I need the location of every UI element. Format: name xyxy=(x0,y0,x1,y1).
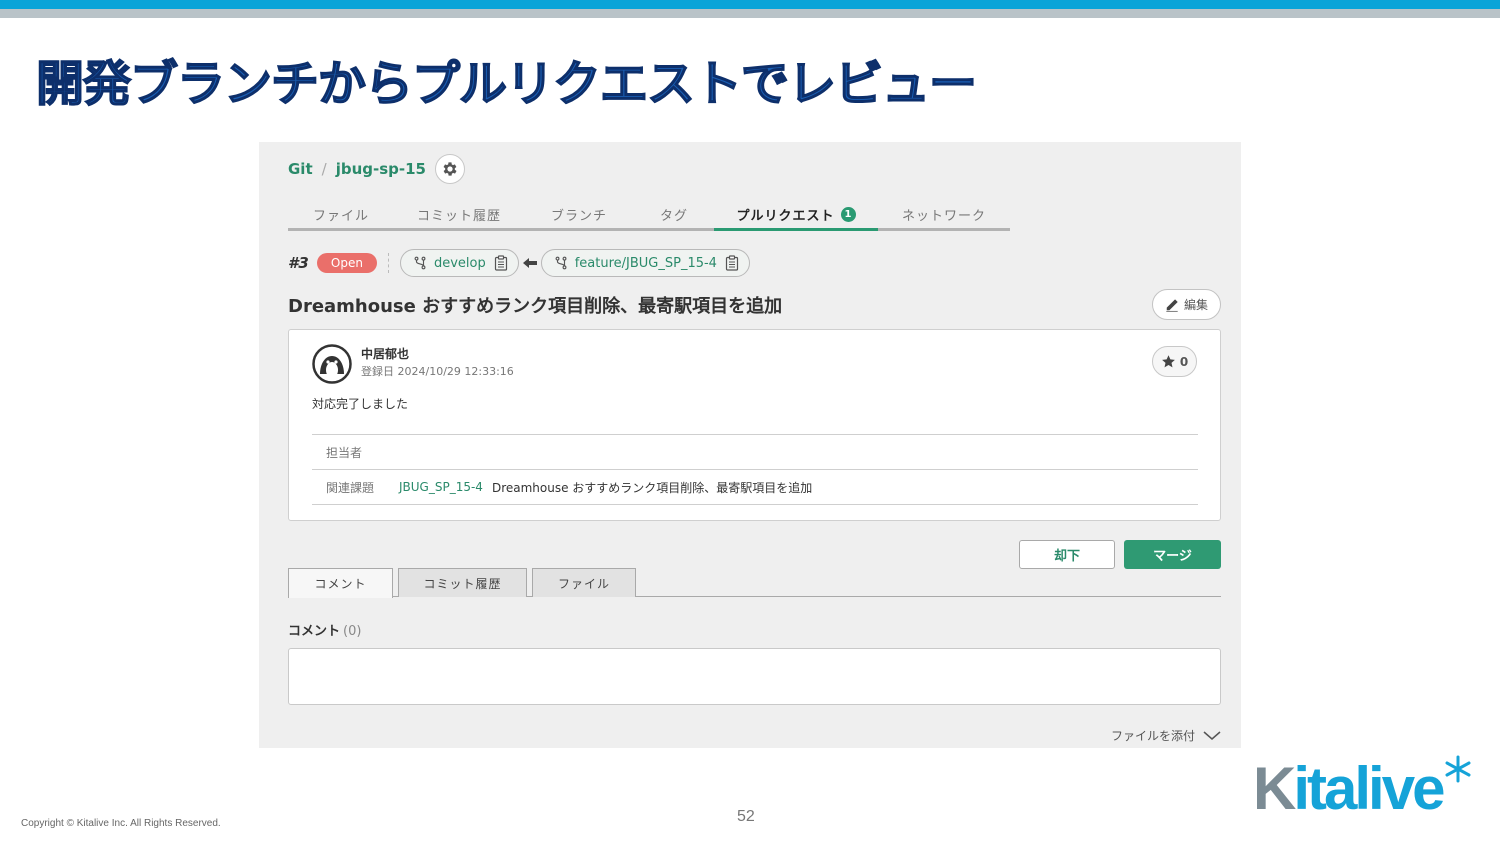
target-branch-name: develop xyxy=(433,255,486,271)
merge-button[interactable]: マージ xyxy=(1124,540,1221,569)
tab-label: ブランチ xyxy=(550,208,607,224)
tab-comments[interactable]: コメント xyxy=(288,568,393,598)
breadcrumb-git-link[interactable]: Git xyxy=(288,160,313,178)
copyright-footer: Copyright © Kitalive Inc. All Rights Res… xyxy=(21,818,221,829)
branch-icon xyxy=(554,256,568,270)
reject-button[interactable]: 却下 xyxy=(1019,540,1115,569)
tab-label: コミット履歴 xyxy=(416,208,501,224)
edit-button[interactable]: 編集 xyxy=(1152,289,1221,320)
top-gray-bar xyxy=(0,9,1500,18)
breadcrumb: Git / jbug-sp-15 xyxy=(288,154,465,184)
related-issue-link[interactable]: JBUG_SP_15-4 xyxy=(399,480,483,494)
source-branch-pill[interactable]: feature/JBUG_SP_15-4 xyxy=(540,249,750,277)
assignee-row: 担当者 xyxy=(312,435,1198,470)
tab-label: ファイル xyxy=(557,576,610,591)
target-branch-pill[interactable]: develop xyxy=(399,249,519,277)
attach-file-toggle[interactable]: ファイルを添付 xyxy=(1111,727,1221,744)
status-badge: Open xyxy=(316,253,377,273)
tab-tags[interactable]: タグ xyxy=(634,200,714,228)
repo-settings-button[interactable] xyxy=(434,154,465,184)
pull-request-count-badge: 1 xyxy=(840,206,856,222)
branch-icon xyxy=(413,256,427,270)
tab-pull-requests[interactable]: プルリクエスト 1 xyxy=(714,200,878,231)
pr-meta-table: 担当者 関連課題 JBUG_SP_15-4 Dreamhouse おすすめランク… xyxy=(312,434,1198,505)
avatar xyxy=(312,344,352,384)
pr-description: 対応完了しました xyxy=(312,397,409,411)
asterisk-logo-icon xyxy=(1445,755,1471,783)
star-button[interactable]: 0 xyxy=(1152,346,1197,377)
comments-heading: コメント (0) xyxy=(288,620,361,639)
kitalive-logo: Kitalive xyxy=(1253,752,1475,824)
divider xyxy=(387,253,389,273)
tab-label: タグ xyxy=(659,208,688,224)
tab-label: コミット履歴 xyxy=(423,576,502,591)
page-number: 52 xyxy=(737,808,755,825)
tab-label: ネットワーク xyxy=(901,208,986,224)
pr-detail-tabs: コメント コミット履歴 ファイル xyxy=(288,568,1221,598)
top-accent-bar xyxy=(0,0,1500,9)
related-issue-summary: Dreamhouse おすすめランク項目削除、最寄駅項目を追加 xyxy=(491,480,813,495)
breadcrumb-repo-link[interactable]: jbug-sp-15 xyxy=(336,160,426,178)
copy-clipboard-icon[interactable] xyxy=(494,255,508,271)
breadcrumb-separator: / xyxy=(321,160,327,178)
logo-text: Kitalive xyxy=(1253,755,1445,822)
repo-nav-tabs: ファイル コミット履歴 ブランチ タグ プルリクエスト 1 ネットワーク xyxy=(288,200,1010,231)
tab-pr-files[interactable]: ファイル xyxy=(532,568,636,597)
assignee-label: 担当者 xyxy=(326,445,363,460)
tab-files[interactable]: ファイル xyxy=(288,200,394,228)
gear-icon xyxy=(443,162,457,176)
star-count: 0 xyxy=(1179,354,1189,369)
related-issue-row: 関連課題 JBUG_SP_15-4 Dreamhouse おすすめランク項目削除… xyxy=(312,470,1198,505)
comments-count: (0) xyxy=(343,624,362,639)
registered-date: 登録日 2024/10/29 12:33:16 xyxy=(361,365,514,378)
tab-pr-commits[interactable]: コミット履歴 xyxy=(398,568,527,597)
pr-title: Dreamhouse おすすめランク項目削除、最寄駅項目を追加 xyxy=(288,296,783,317)
attach-file-label: ファイルを添付 xyxy=(1111,729,1196,743)
tab-label: ファイル xyxy=(312,208,369,224)
pr-description-card: 中居郁也 登録日 2024/10/29 12:33:16 0 対応完了しました … xyxy=(288,329,1221,521)
merge-direction-arrow-icon xyxy=(522,257,537,269)
slide-title: 開発ブランチからプルリクエストでレビュー xyxy=(35,55,978,113)
copy-clipboard-icon[interactable] xyxy=(725,255,739,271)
pencil-icon xyxy=(1165,298,1179,312)
author-name: 中居郁也 xyxy=(361,347,410,361)
source-branch-name: feature/JBUG_SP_15-4 xyxy=(574,255,717,271)
app-screenshot-panel: Git / jbug-sp-15 ファイル コミット履歴 ブランチ タグ プルリ… xyxy=(259,142,1241,748)
edit-label: 編集 xyxy=(1183,298,1208,312)
pr-header-row: #3 Open develop feature/JBUG_SP_15-4 xyxy=(288,249,750,277)
tab-label: プルリクエスト xyxy=(736,208,835,224)
chevron-down-icon xyxy=(1203,730,1221,741)
related-issue-label: 関連課題 xyxy=(326,480,375,495)
tab-branches[interactable]: ブランチ xyxy=(524,200,634,228)
comments-label: コメント xyxy=(288,624,341,639)
comment-input[interactable] xyxy=(288,648,1221,705)
tab-network[interactable]: ネットワーク xyxy=(878,200,1010,228)
star-icon xyxy=(1161,354,1176,369)
tab-label: コメント xyxy=(314,577,367,591)
tab-commit-history[interactable]: コミット履歴 xyxy=(394,200,524,228)
pr-number: #3 xyxy=(288,254,309,272)
